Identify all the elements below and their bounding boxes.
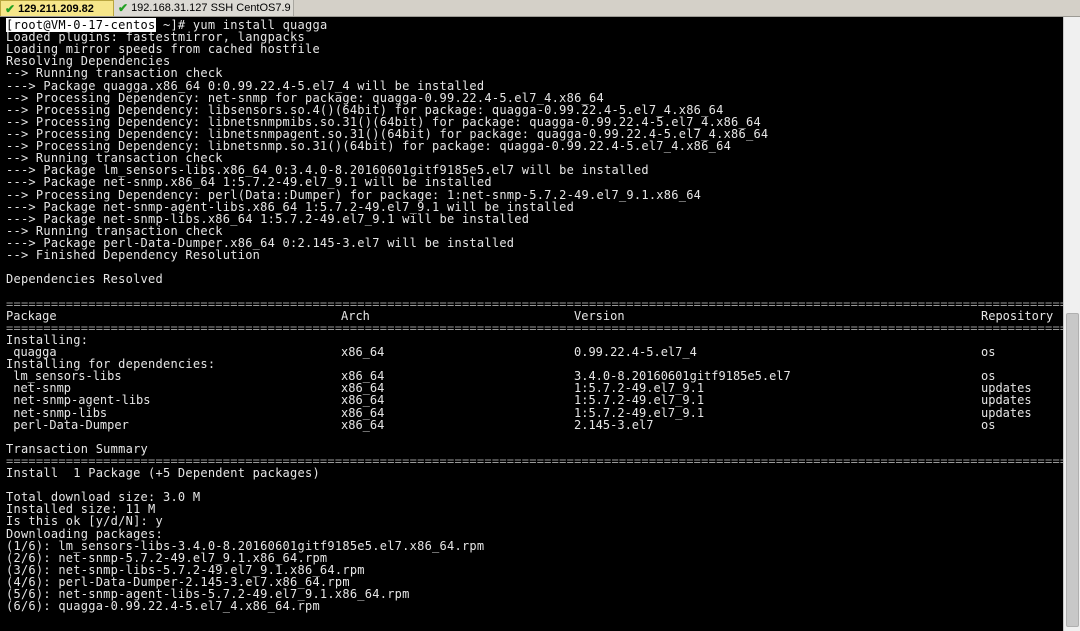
cell-version: 1:5.7.2-49.el7_9.1 (574, 393, 705, 408)
output-line: ---> Package net-snmp.x86_64 1:5.7.2-49.… (6, 175, 492, 190)
output-line: (6/6): quagga-0.99.22.4-5.el7_4.x86_64.r… (6, 599, 320, 614)
scrollbar-thumb[interactable] (1066, 313, 1079, 627)
cell-version: 1:5.7.2-49.el7_9.1 (574, 405, 705, 420)
connected-check-icon: ✔ (118, 1, 129, 15)
summary-line: Install 1 Package (+5 Dependent packages… (6, 466, 320, 481)
cell-arch: x86_64 (341, 344, 385, 359)
cell-repo: os (981, 417, 996, 432)
output-line: ---> Package net-snmp-agent-libs.x86_64 … (6, 199, 575, 214)
connected-check-icon: ✔ (5, 1, 16, 16)
output-line: --> Processing Dependency: net-snmp for … (6, 90, 604, 105)
output-line: Installed size: 11 M (6, 502, 156, 517)
section-label: Installing for dependencies: (6, 357, 216, 372)
vertical-scrollbar[interactable] (1063, 17, 1080, 631)
cell-arch: x86_64 (341, 405, 385, 420)
cell-version: Version (574, 308, 625, 323)
output-line: --> Finished Dependency Resolution (6, 248, 261, 263)
cell-arch: x86_64 (341, 393, 385, 408)
tab-session-2[interactable]: ✔ 192.168.31.127 SSH CentOS7.9 (114, 0, 294, 16)
table-row: net-snmp-agent-libs x86_64 1:5.7.2-49.el7_… (6, 394, 1064, 406)
separator-line: ========================================… (6, 297, 1064, 310)
summary-title: Transaction Summary (6, 441, 149, 456)
cell-name: Package (6, 308, 57, 323)
cell-name: perl-Data-Dumper (6, 417, 129, 432)
tab-label: 192.168.31.127 SSH CentOS7.9 (131, 2, 291, 14)
cell-name: net-snmp-agent-libs (6, 393, 151, 408)
cell-arch: Arch (341, 308, 370, 323)
output-line: --> Processing Dependency: perl(Data::Du… (6, 187, 702, 202)
table-row: lm_sensors-libs x86_64 3.4.0-8.20160601git… (6, 370, 1064, 382)
output-line: Is this ok [y/d/N]: y (6, 514, 163, 529)
cell-repo: os (981, 344, 996, 359)
output-line: Downloading packages: (6, 526, 163, 541)
separator-line: ========================================… (6, 321, 1064, 334)
cell-repo: updates (981, 405, 1032, 420)
output-line: Dependencies Resolved (6, 272, 163, 287)
cell-version: 2.145-3.el7 (574, 417, 654, 432)
table-row: perl-Data-Dumper x86_64 2.145-3.el7 os (6, 417, 1064, 432)
table-row: net-snmp-libs x86_64 1:5.7.2-49.el7_9.1 upd… (6, 405, 1064, 420)
terminal-output[interactable]: [root@VM-0-17-centos ~]# yum install qua… (0, 17, 1064, 631)
cell-arch: x86_64 (341, 417, 385, 432)
table-row: net-snmp x86_64 1:5.7.2-49.el7_9.1 updates (6, 382, 1064, 394)
cell-version: 0.99.22.4-5.el7_4 (574, 344, 697, 359)
table-row: quagga x86_64 0.99.22.4-5.el7_4 os (6, 346, 1064, 358)
section-label: Installing: (6, 332, 89, 347)
tab-bar: ✔ 129.211.209.82 ✔ 192.168.31.127 SSH Ce… (0, 0, 1080, 17)
cell-name: net-snmp-libs (6, 405, 108, 420)
cell-repo: updates (981, 393, 1032, 408)
table-header-row: Package Arch Version Repository (6, 310, 1064, 322)
output-line: ---> Package quagga.x86_64 0:0.99.22.4-5… (6, 78, 485, 93)
cell-name: quagga (6, 344, 57, 359)
output-line: --> Running transaction check (6, 66, 223, 81)
output-line: (1/6): lm_sensors-libs-3.4.0-8.20160601g… (6, 538, 485, 553)
terminal-lines: [root@VM-0-17-centos ~]# yum install qua… (0, 17, 1064, 612)
tab-label: 129.211.209.82 (18, 2, 94, 15)
output-line: Total download size: 3.0 M (6, 490, 201, 505)
tab-session-1[interactable]: ✔ 129.211.209.82 (0, 0, 114, 16)
cell-repo: Repository (981, 308, 1054, 323)
